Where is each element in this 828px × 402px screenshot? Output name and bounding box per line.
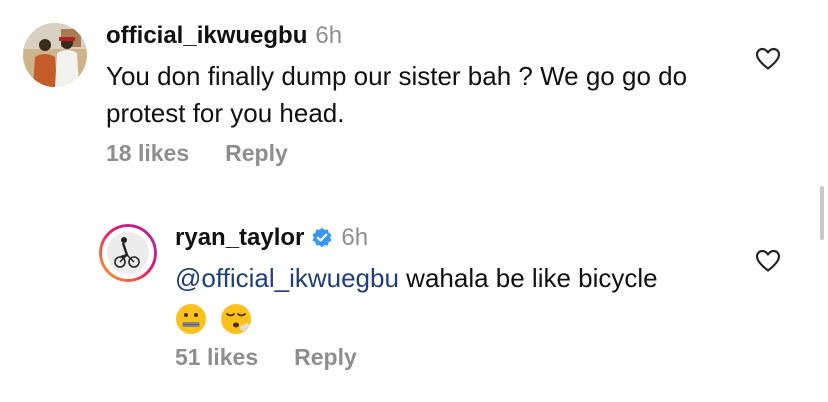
heart-outline-icon[interactable] <box>755 249 781 273</box>
reply-button[interactable]: Reply <box>294 344 357 371</box>
comment-text: @official_ikwuegbu wahala be like bicycl… <box>175 260 755 336</box>
comment-body: You don finally dump our sister bah ? We… <box>106 61 688 128</box>
reply-button[interactable]: Reply <box>225 140 288 167</box>
comment-body: wahala be like bicycle <box>398 263 658 293</box>
likes-count[interactable]: 18 likes <box>106 140 189 167</box>
username[interactable]: official_ikwuegbu <box>106 22 307 50</box>
mention-link[interactable]: @official_ikwuegbu <box>175 263 399 293</box>
comment-actions: 18 likes Reply <box>106 140 288 167</box>
avatar[interactable] <box>99 224 157 282</box>
scrollbar[interactable] <box>820 186 824 240</box>
verified-badge-icon <box>312 227 332 248</box>
comment: official_ikwuegbu 6h You don finally dum… <box>0 0 828 190</box>
username[interactable]: ryan_taylor <box>175 224 304 252</box>
avatar-photo <box>23 23 87 87</box>
reply-comment: ryan_taylor 6h @official_ikwuegbu wahala… <box>0 190 828 402</box>
comment-header: ryan_taylor 6h <box>175 224 368 252</box>
timestamp: 6h <box>315 22 343 49</box>
avatar[interactable] <box>23 23 87 87</box>
heart-outline-icon[interactable] <box>755 47 781 71</box>
avatar-story-ring <box>99 224 157 282</box>
face-exhaling-icon <box>221 304 252 335</box>
timestamp: 6h <box>341 224 369 251</box>
emoji-row <box>175 299 755 336</box>
likes-count[interactable]: 51 likes <box>175 344 258 371</box>
comment-actions: 51 likes Reply <box>175 344 357 371</box>
zipper-mouth-face-icon <box>176 304 206 335</box>
comment-text: You don finally dump our sister bah ? We… <box>106 58 726 132</box>
comment-header: official_ikwuegbu 6h <box>106 22 342 50</box>
